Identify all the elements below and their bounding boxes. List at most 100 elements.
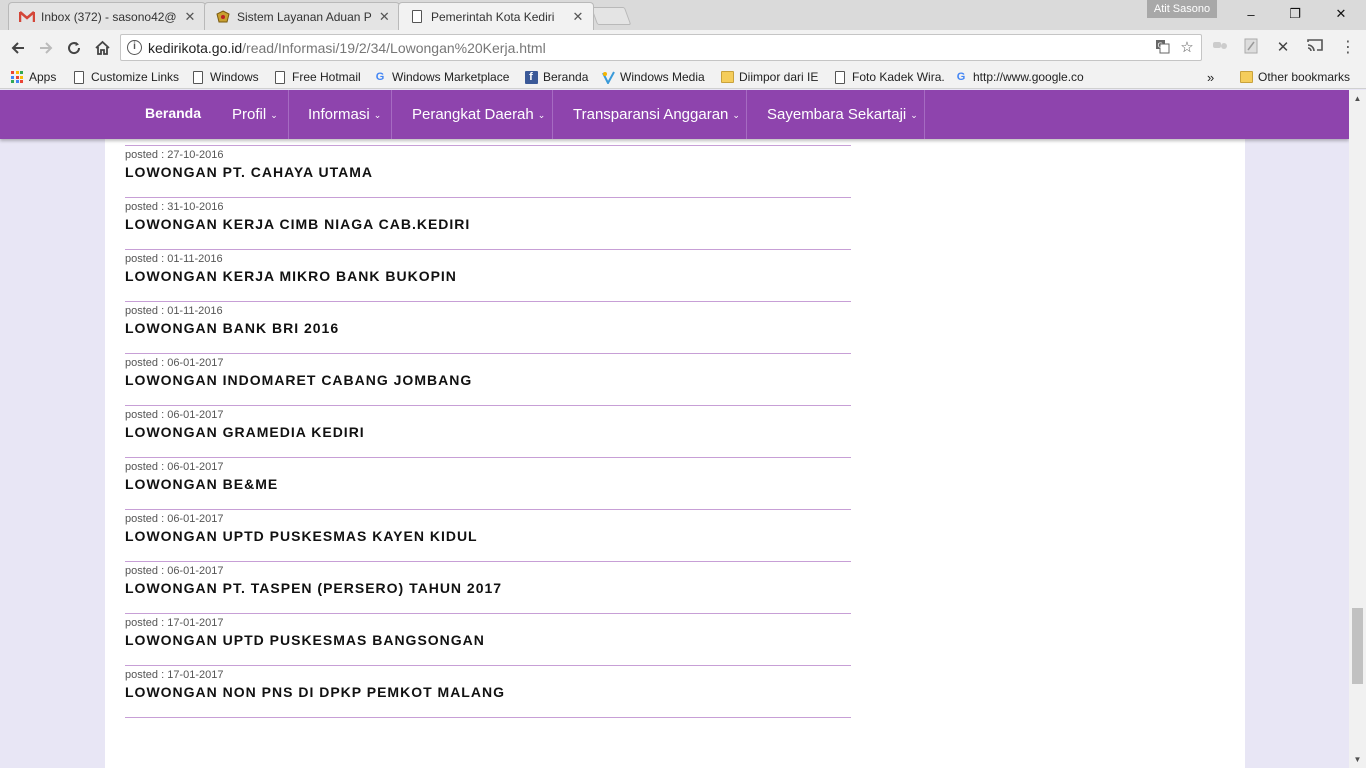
nav-sayembara-sekartaji[interactable]: Sayembara Sekartaji ⌄ [747,90,925,139]
post-date: posted : 06-01-2017 [125,357,224,369]
list-item[interactable]: posted : 17-01-2017 LOWONGAN UPTD PUSKES… [125,614,851,666]
facebook-icon: f [524,70,538,84]
close-window-button[interactable]: ✕ [1318,0,1364,28]
bookmark-diimpor-dari-ie[interactable]: Diimpor dari IE [720,68,818,86]
page-viewport: posted : 27-10-2016 LOWONGAN PT. CAHAYA … [0,90,1349,768]
list-item[interactable]: posted : 01-11-2016 LOWONGAN BANK BRI 20… [125,302,851,354]
cast-icon[interactable] [1305,38,1325,58]
post-title-link[interactable]: LOWONGAN KERJA CIMB NIAGA CAB.KEDIRI [125,216,470,232]
new-tab-button[interactable] [590,7,632,25]
list-item[interactable]: posted : 31-10-2016 LOWONGAN KERJA CIMB … [125,198,851,250]
post-title-link[interactable]: LOWONGAN PT. CAHAYA UTAMA [125,164,373,180]
list-item[interactable]: posted : 06-01-2017 LOWONGAN BE&ME [125,458,851,510]
post-title-link[interactable]: LOWONGAN INDOMARET CABANG JOMBANG [125,372,472,388]
reload-button[interactable] [61,35,87,61]
post-title-link[interactable]: LOWONGAN UPTD PUSKESMAS KAYEN KIDUL [125,528,478,544]
tab-title: Pemerintah Kota Kediri [431,9,555,24]
extension-icon[interactable] [1210,38,1230,58]
post-date: posted : 06-01-2017 [125,409,224,421]
post-date: posted : 06-01-2017 [125,513,224,525]
url-path: /read/Informasi/19/2/34/Lowongan%20Kerja… [242,40,546,56]
list-item[interactable]: posted : 01-11-2016 LOWONGAN KERJA MIKRO… [125,250,851,302]
folder-icon [1239,70,1253,84]
url-text[interactable]: kedirikota.go.id/read/Informasi/19/2/34/… [148,40,546,56]
bookmark-star-icon[interactable]: ☆ [1178,39,1196,57]
bookmark-windows-media[interactable]: Windows Media [601,68,705,86]
post-date: posted : 27-10-2016 [125,149,224,161]
list-item[interactable]: posted : 06-01-2017 LOWONGAN INDOMARET C… [125,354,851,406]
chevron-down-icon: ⌄ [270,110,278,120]
home-icon [94,40,110,55]
bookmark-label: http://www.google.co [973,70,1084,84]
post-title-link[interactable]: LOWONGAN GRAMEDIA KEDIRI [125,424,365,440]
post-title-link[interactable]: LOWONGAN PT. TASPEN (PERSERO) TAHUN 2017 [125,580,502,596]
nav-informasi[interactable]: Informasi ⌄ [289,90,392,139]
minimize-button[interactable]: – [1228,0,1274,28]
site-navbar: Beranda Profil ⌄ Informasi ⌄ Perangkat Dae… [0,90,1349,139]
x-extension-icon[interactable]: ✕ [1273,38,1293,58]
post-title-link[interactable]: LOWONGAN BANK BRI 2016 [125,320,339,336]
list-item[interactable]: posted : 06-01-2017 LOWONGAN UPTD PUSKES… [125,510,851,562]
forward-arrow-icon [40,42,53,54]
vertical-scrollbar[interactable]: ▲ ▼ [1349,90,1366,768]
bookmark-label: Windows Media [620,70,705,84]
close-icon[interactable]: ✕ [378,9,391,25]
post-title-link[interactable]: LOWONGAN NON PNS DI DPKP PEMKOT MALANG [125,684,505,700]
bookmark-apps[interactable]: Apps [10,68,56,86]
bookmarks-overflow-button[interactable]: » [1207,68,1214,86]
nav-profil[interactable]: Profil ⌄ [212,90,289,139]
nav-perangkat-daerah[interactable]: Perangkat Daerah ⌄ [392,90,553,139]
tab-sistem-layanan[interactable]: Sistem Layanan Aduan Pe ✕ [204,2,400,30]
home-button[interactable] [89,35,115,61]
scrollbar-thumb[interactable] [1352,608,1363,684]
address-bar[interactable]: i kedirikota.go.id/read/Informasi/19/2/3… [120,34,1202,61]
bookmark-free-hotmail[interactable]: Free Hotmail [273,68,361,86]
bookmark-windows[interactable]: Windows [191,68,259,86]
bookmark-foto-kadek-wira[interactable]: Foto Kadek Wira. [833,68,945,86]
bookmark-google[interactable]: G http://www.google.co [954,68,1090,86]
bookmark-label: Windows Marketplace [392,70,510,84]
bookmark-windows-marketplace[interactable]: G Windows Marketplace [373,68,511,86]
post-title-link[interactable]: LOWONGAN KERJA MIKRO BANK BUKOPIN [125,268,457,284]
post-date: posted : 06-01-2017 [125,565,224,577]
post-title-link[interactable]: LOWONGAN UPTD PUSKESMAS BANGSONGAN [125,632,485,648]
bookmark-label: Windows [210,70,259,84]
profile-button[interactable]: Atit Sasono [1147,0,1217,18]
list-item[interactable]: posted : 06-01-2017 LOWONGAN GRAMEDIA KE… [125,406,851,458]
nav-beranda[interactable]: Beranda [145,90,201,139]
scroll-down-arrow-icon[interactable]: ▼ [1349,751,1366,768]
apps-grid-icon [10,70,24,84]
info-icon[interactable]: i [127,40,142,55]
nav-label: Transparansi Anggaran [573,106,729,123]
translate-icon[interactable]: G [1153,39,1171,57]
forward-button[interactable] [33,35,59,61]
list-item[interactable]: posted : 06-01-2017 LOWONGAN PT. TASPEN … [125,562,851,614]
tab-pemerintah-kota-kediri[interactable]: Pemerintah Kota Kediri ✕ [398,2,594,30]
nav-transparansi-anggaran[interactable]: Transparansi Anggaran ⌄ [553,90,747,139]
post-date: posted : 17-01-2017 [125,617,224,629]
pdf-extension-icon[interactable] [1241,38,1261,58]
restore-button[interactable]: ❐ [1272,0,1318,28]
chevron-down-icon: ⌄ [732,110,740,120]
close-icon[interactable]: ✕ [183,9,197,25]
svg-text:G: G [1157,42,1162,50]
list-item[interactable]: posted : 17-01-2017 LOWONGAN NON PNS DI … [125,666,851,718]
menu-kebab-icon[interactable]: ⋮ [1338,38,1358,58]
tab-gmail[interactable]: Inbox (372) - sasono42@ ✕ [8,2,206,30]
back-button[interactable] [5,35,31,61]
google-icon: G [375,71,385,83]
scroll-up-arrow-icon[interactable]: ▲ [1349,90,1366,107]
list-item[interactable]: posted : 27-10-2016 LOWONGAN PT. CAHAYA … [125,146,851,198]
other-bookmarks[interactable]: Other bookmarks [1239,68,1350,86]
close-icon[interactable]: ✕ [571,9,585,25]
post-title-link[interactable]: LOWONGAN BE&ME [125,476,278,492]
bookmark-beranda[interactable]: f Beranda [524,68,588,86]
chevron-down-icon: ⌄ [373,110,382,120]
nav-label: Sayembara Sekartaji [767,106,907,123]
bookmarks-bar: Apps Customize Links Windows Free Hotmai… [0,65,1366,89]
bookmark-customize-links[interactable]: Customize Links [72,68,179,86]
bookmark-label: Foto Kadek Wira. [852,70,945,84]
tab-title: Inbox (372) - sasono42@ [41,9,177,24]
bookmark-label: Other bookmarks [1258,70,1351,84]
nav-label: Perangkat Daerah [412,106,534,123]
